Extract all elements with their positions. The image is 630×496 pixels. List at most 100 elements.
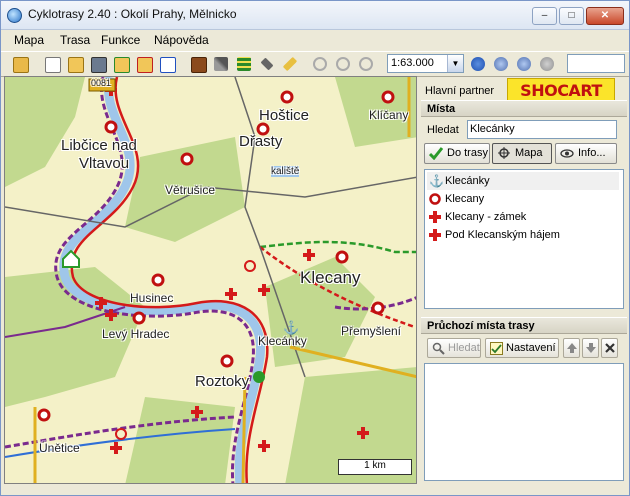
app-globe-icon (7, 8, 22, 23)
zoom-select[interactable]: 1:63.000 ▼ (387, 54, 464, 73)
undo-icon[interactable] (311, 55, 329, 73)
scale-bar: 1 km (338, 459, 412, 475)
ruler-icon[interactable] (258, 55, 276, 73)
anchor-icon: ⚓ (429, 174, 444, 188)
sun-icon[interactable] (244, 260, 256, 272)
map-label-klicany: Klíčany (369, 108, 409, 122)
town-marker[interactable] (37, 408, 51, 422)
cross-marker[interactable] (307, 249, 311, 261)
list-item-label: Klecany - zámek (445, 211, 527, 223)
town-marker[interactable] (371, 301, 385, 315)
list-item[interactable]: ⚓ Klecánky (427, 172, 619, 190)
map-label-hostice: Hoštice (259, 107, 310, 124)
cross-marker[interactable] (114, 442, 118, 454)
stop-icon[interactable] (334, 55, 352, 73)
cross-marker[interactable] (229, 288, 233, 300)
zoom-fit-icon[interactable] (538, 55, 556, 73)
pan-icon[interactable] (469, 55, 487, 73)
anchor-icon[interactable]: ⚓ (283, 320, 299, 335)
side-panel: Hlavní partner SHOCART Místa Hledat Klec… (421, 76, 627, 484)
open-folder-icon[interactable] (11, 55, 29, 73)
grid-icon[interactable] (235, 55, 253, 73)
list-item[interactable]: Klecany - zámek (427, 208, 619, 226)
hledat-label: Hledat (448, 342, 480, 354)
map-label-unetice: Únětice (39, 441, 80, 455)
route-points-list[interactable] (424, 363, 624, 481)
arrow-up-icon (567, 343, 577, 353)
cross-marker[interactable] (262, 440, 266, 452)
import-icon[interactable] (112, 55, 130, 73)
export2-icon[interactable] (158, 55, 176, 73)
move-down-button[interactable] (582, 338, 599, 358)
castle-ring-icon (429, 193, 441, 205)
list-item-label: Klecany (445, 193, 485, 205)
eye-icon (560, 149, 574, 158)
map-label-husinec: Husinec (130, 291, 174, 305)
maximize-button[interactable]: □ (559, 7, 584, 25)
list-item[interactable]: Klecany (427, 190, 619, 208)
status-bar (1, 485, 629, 495)
export-icon[interactable] (135, 55, 153, 73)
cross-marker[interactable] (109, 309, 113, 321)
partner-label: Hlavní partner (425, 85, 495, 97)
forest-area (125, 397, 235, 483)
info-label: Info... (578, 147, 606, 159)
cross-marker[interactable] (361, 427, 365, 439)
chevron-down-icon[interactable]: ▼ (447, 55, 463, 72)
town-marker[interactable] (180, 152, 194, 166)
delete-button[interactable] (601, 338, 618, 358)
town-marker[interactable] (381, 90, 395, 104)
nastaveni-button[interactable]: Nastavení (485, 338, 559, 358)
sun-icon[interactable] (115, 428, 127, 440)
toolbar-field[interactable] (567, 54, 625, 73)
list-item-label: Pod Klecanským hájem (445, 229, 560, 241)
measure-icon[interactable] (281, 55, 299, 73)
menu-napoveda[interactable]: Nápověda (154, 33, 209, 47)
menu-mapa[interactable]: Mapa (14, 33, 44, 47)
arrow-down-icon (586, 343, 596, 353)
town-marker[interactable] (132, 311, 146, 325)
town-marker[interactable] (151, 273, 165, 287)
town-marker[interactable] (335, 250, 349, 264)
cross-marker[interactable] (262, 284, 266, 296)
minimize-button[interactable]: – (532, 7, 557, 25)
app-window: Cyklotrasy 2.40 : Okolí Prahy, Mělnicko … (0, 0, 630, 496)
redo-icon[interactable] (357, 55, 375, 73)
toolbar: 1:63.000 ▼ (1, 51, 629, 77)
mista-heading: Místa (421, 100, 627, 117)
tools-icon[interactable] (212, 55, 230, 73)
menu-bar: Mapa Trasa Funkce Nápověda (1, 30, 629, 50)
map-label-levy-hradec: Levý Hradec (102, 327, 170, 341)
new-document-icon[interactable] (43, 55, 61, 73)
map-label-kaliste: kaliště (271, 166, 300, 177)
mapa-button[interactable]: Mapa (492, 143, 552, 164)
forest-area (5, 77, 85, 187)
hledat-button[interactable]: Hledat (427, 338, 481, 358)
cross-marker[interactable] (195, 406, 199, 418)
info-button[interactable]: Info... (555, 143, 617, 164)
do-trasy-button[interactable]: Do trasy (424, 143, 490, 164)
search-label: Hledat (427, 124, 459, 136)
map-view[interactable]: ⚓ 0081 Libčice nad Vltavou Hoštice Klíča… (4, 76, 417, 484)
town-marker[interactable] (220, 354, 234, 368)
do-trasy-label: Do trasy (447, 147, 488, 159)
close-icon (605, 343, 615, 353)
town-marker[interactable] (280, 90, 294, 104)
book-icon[interactable] (189, 55, 207, 73)
menu-funkce[interactable]: Funkce (101, 33, 140, 47)
zoom-out-icon[interactable] (515, 55, 533, 73)
move-up-button[interactable] (563, 338, 580, 358)
zoom-value: 1:63.000 (391, 57, 434, 69)
close-button[interactable]: ✕ (586, 7, 624, 25)
search-input[interactable]: Klecánky (467, 120, 617, 139)
save-icon[interactable] (89, 55, 107, 73)
map-label-libcice: Libčice nad (61, 137, 137, 154)
menu-trasa[interactable]: Trasa (60, 33, 90, 47)
green-marker[interactable] (253, 371, 265, 383)
cross-marker[interactable] (99, 297, 103, 309)
map-label-premysleni: Přemyšlení (341, 324, 402, 338)
town-marker[interactable] (104, 120, 118, 134)
list-item[interactable]: Pod Klecanským hájem (427, 226, 619, 244)
zoom-in-icon[interactable] (492, 55, 510, 73)
open-icon[interactable] (66, 55, 84, 73)
